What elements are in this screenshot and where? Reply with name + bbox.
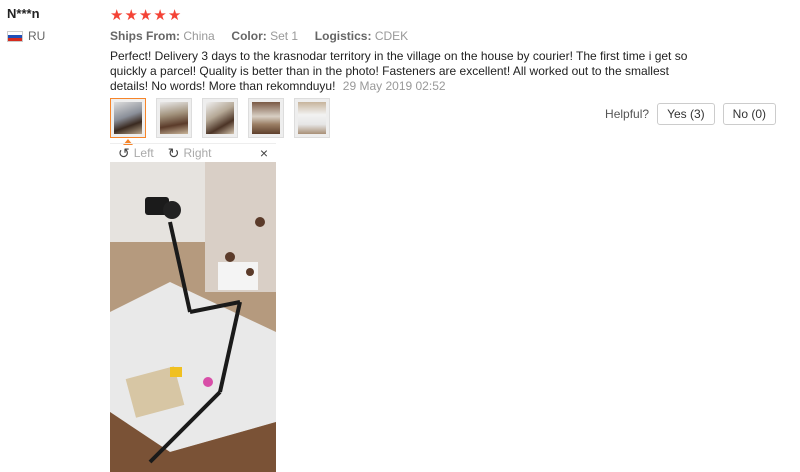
rotate-right-icon: ↻ bbox=[167, 144, 180, 161]
reviewer-name: N***n bbox=[7, 6, 40, 21]
star-rating: ★ ★ ★ ★ ★ bbox=[110, 4, 790, 26]
ships-from-value: China bbox=[183, 29, 215, 43]
viewer-toolbar: ↺ Left ↻ Right × bbox=[110, 143, 276, 162]
helpful-no-button[interactable]: No (0) bbox=[722, 103, 776, 125]
photo-thumbnail-2[interactable] bbox=[156, 98, 192, 138]
reviewer-info: N***n RU bbox=[7, 6, 102, 43]
helpful-yes-button[interactable]: Yes (3) bbox=[657, 103, 715, 125]
helpful-vote: Helpful? Yes (3) No (0) bbox=[605, 103, 776, 125]
photo-thumbnail-3[interactable] bbox=[202, 98, 238, 138]
star-icon: ★ bbox=[167, 6, 182, 24]
rotate-right-label: Right bbox=[183, 146, 212, 160]
star-icon: ★ bbox=[124, 6, 138, 24]
review-text-block: Perfect! Delivery 3 days to the krasnoda… bbox=[110, 49, 710, 94]
rotate-left-label: Left bbox=[133, 146, 154, 160]
photo-thumbnail-1[interactable] bbox=[110, 98, 146, 138]
russia-flag-icon bbox=[7, 30, 23, 42]
photo-thumbnails bbox=[110, 98, 330, 138]
star-icon: ★ bbox=[153, 6, 167, 24]
review-body: ★ ★ ★ ★ ★ Ships From: China Color: Set 1… bbox=[110, 0, 790, 94]
close-icon[interactable]: × bbox=[260, 145, 268, 161]
star-icon: ★ bbox=[138, 6, 153, 24]
ships-from-label: Ships From: bbox=[110, 29, 181, 43]
color-value: Set 1 bbox=[270, 29, 299, 43]
color-label: Color: bbox=[231, 29, 267, 43]
review-photo-image bbox=[110, 162, 276, 472]
order-meta: Ships From: China Color: Set 1 Logistics… bbox=[110, 29, 790, 43]
rotate-left-icon: ↺ bbox=[118, 144, 130, 161]
photo-viewer: ↺ Left ↻ Right × bbox=[110, 143, 276, 472]
logistics-value: CDEK bbox=[374, 29, 409, 43]
review-photo bbox=[110, 162, 276, 472]
country-code: RU bbox=[28, 29, 46, 43]
reviewer-country: RU bbox=[7, 29, 102, 43]
helpful-label: Helpful? bbox=[605, 107, 650, 121]
photo-thumbnail-4[interactable] bbox=[248, 98, 284, 138]
logistics-label: Logistics: bbox=[314, 29, 372, 43]
rotate-right-button[interactable]: ↻ Right bbox=[168, 145, 212, 162]
rotate-left-button[interactable]: ↺ Left bbox=[118, 145, 154, 162]
star-icon: ★ bbox=[110, 6, 124, 24]
review-date: 29 May 2019 02:52 bbox=[342, 79, 446, 93]
photo-thumbnail-5[interactable] bbox=[294, 98, 330, 138]
